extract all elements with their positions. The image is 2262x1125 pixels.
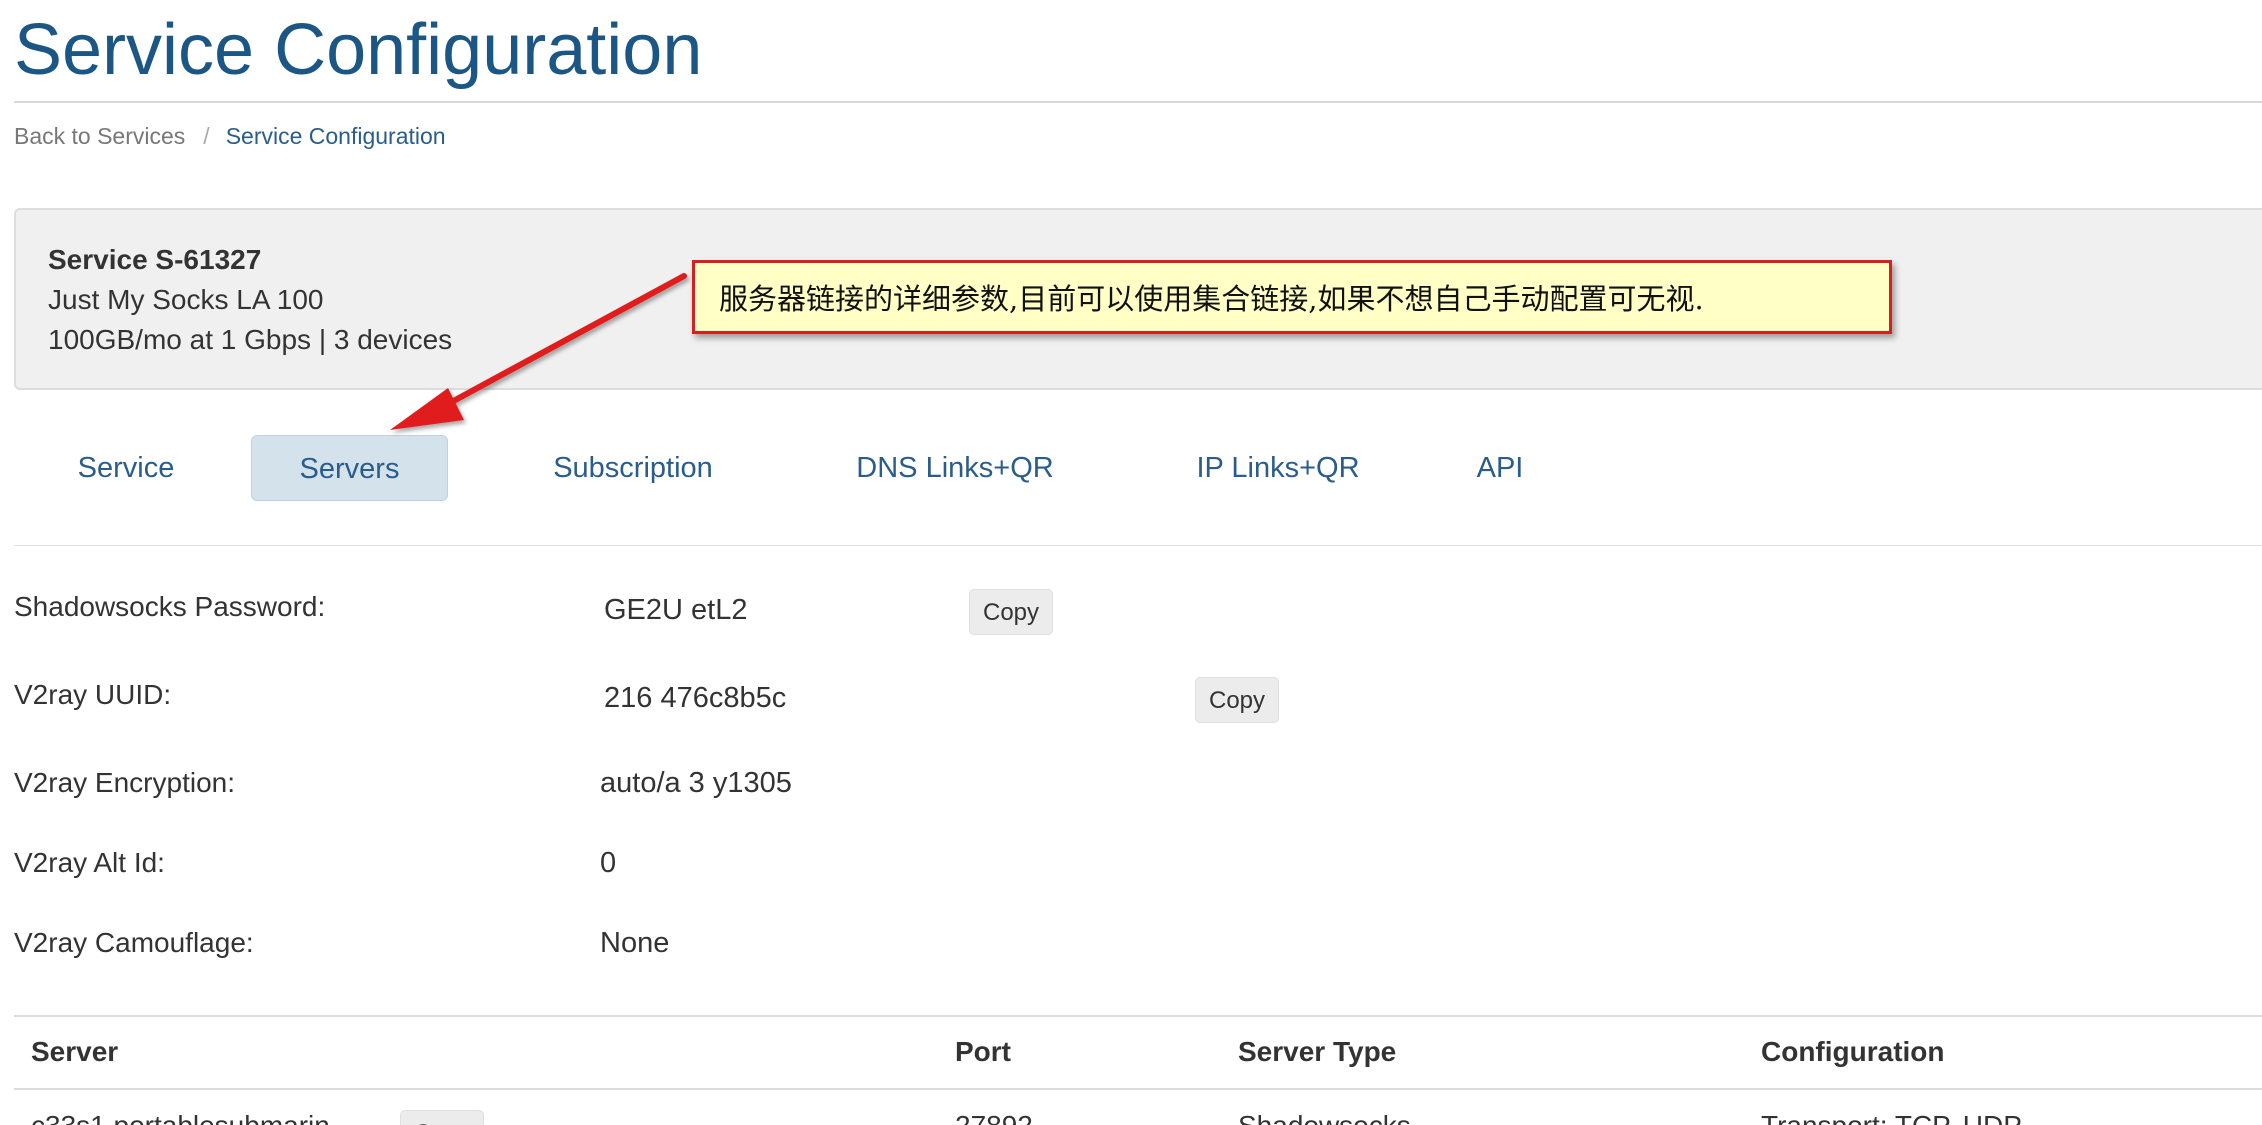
column-header-port: Port — [955, 1036, 1011, 1067]
column-header-configuration: Configuration — [1761, 1036, 1945, 1067]
service-id: Service S-61327 — [48, 244, 262, 275]
service-plan: Just My Socks LA 100 — [48, 284, 324, 315]
service-specs: 100GB/mo at 1 Gbps | 3 devices — [48, 324, 453, 355]
annotation-arrow — [390, 273, 687, 430]
server-hostname: c33s1.portablesubmarin — [31, 1108, 330, 1125]
breadcrumb: Back to Services / Service Configuration — [14, 120, 446, 152]
v2ray-uuid-copy-button[interactable]: Copy — [1195, 677, 1280, 723]
breadcrumb-back-to-services[interactable]: Back to Services — [14, 123, 185, 149]
tab-subscription[interactable]: Subscription — [517, 435, 749, 501]
server-type: Shadowsocks — [1238, 1108, 1411, 1125]
ss-password-copy-button[interactable]: Copy — [969, 589, 1054, 635]
tab-servers[interactable]: Servers — [251, 435, 448, 501]
v2ray-encryption-value: auto/a 3 y1305 — [600, 767, 792, 799]
v2ray-uuid-label: V2ray UUID: — [14, 679, 172, 710]
annotation-text: 服务器链接的详细参数,目前可以使用集合链接,如果不想自己手动配置可无视. — [719, 282, 1704, 316]
tab-ip-links-qr[interactable]: IP Links+QR — [1165, 435, 1391, 501]
v2ray-alt-id-label: V2ray Alt Id: — [14, 847, 165, 878]
column-header-server-type: Server Type — [1238, 1036, 1397, 1067]
v2ray-alt-id-value: 0 — [600, 847, 617, 879]
ss-password-label: Shadowsocks Password: — [14, 591, 326, 622]
v2ray-camouflage-label: V2ray Camouflage: — [14, 927, 254, 958]
config-tabs: Service Servers Subscription DNS Links+Q… — [14, 435, 2262, 501]
service-configuration-page: Service Configuration Back to Services / S… — [0, 0, 2262, 1125]
tab-api[interactable]: API — [1454, 435, 1546, 501]
server-configuration: Transport: TCP, UDP — [1761, 1108, 2022, 1125]
server-copy-button[interactable]: Copy — [400, 1110, 485, 1125]
table-top-border — [14, 1015, 2262, 1017]
breadcrumb-separator: / — [203, 123, 210, 149]
breadcrumb-current: Service Configuration — [225, 123, 446, 149]
v2ray-uuid-value: 216 476c8b5c — [604, 682, 787, 714]
column-header-server: Server — [31, 1036, 119, 1067]
table-header-border — [14, 1088, 2262, 1090]
annotation-callout: 服务器链接的详细参数,目前可以使用集合链接,如果不想自己手动配置可无视. — [692, 260, 1892, 334]
server-port: 27892 — [955, 1108, 1033, 1125]
tabs-divider — [14, 545, 2262, 546]
tab-service[interactable]: Service — [34, 435, 218, 501]
tab-dns-links-qr[interactable]: DNS Links+QR — [824, 435, 1086, 501]
v2ray-camouflage-value: None — [600, 927, 670, 959]
ss-password-value: GE2U etL2 — [604, 594, 748, 626]
page-title: Service Configuration — [14, 10, 703, 90]
v2ray-encryption-label: V2ray Encryption: — [14, 767, 235, 798]
title-divider — [14, 101, 2262, 103]
